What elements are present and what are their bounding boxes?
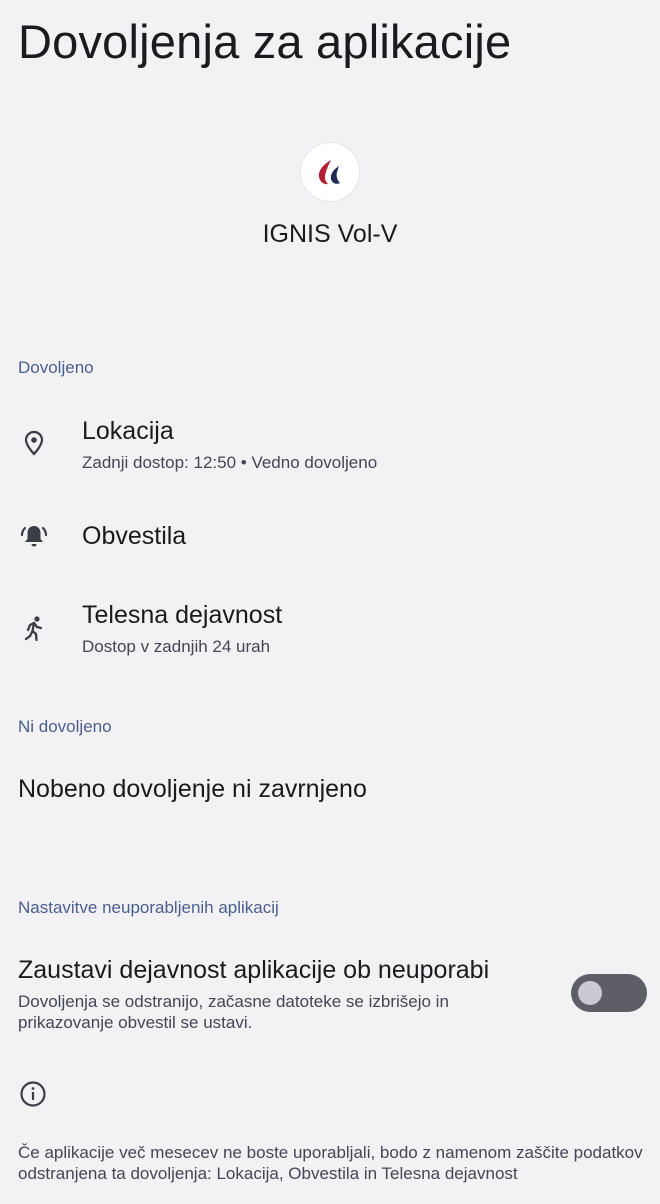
app-header: IGNIS Vol-V: [0, 143, 660, 249]
section-header-not-allowed: Ni dovoljeno: [18, 717, 112, 736]
permission-row-notifications[interactable]: Obvestila: [0, 500, 660, 576]
permission-row-physical-activity[interactable]: Telesna dejavnost Dostop v zadnjih 24 ur…: [0, 593, 660, 669]
pause-app-activity-toggle[interactable]: [571, 974, 647, 1012]
pause-app-activity-title: Zaustavi dejavnost aplikacije ob neupora…: [18, 956, 490, 984]
physical-activity-icon: [20, 615, 48, 643]
ignis-flame-logo-icon: [301, 143, 359, 201]
permission-title-notifications: Obvestila: [82, 522, 187, 550]
section-header-allowed: Dovoljeno: [18, 358, 94, 377]
pause-app-activity-subtitle: Dovoljenja se odstranijo, začasne datote…: [18, 992, 449, 1032]
no-denied-permissions-text: Nobeno dovoljenje ni zavrnjeno: [18, 775, 367, 803]
auto-revoke-info-text: Če aplikacije več mesecev ne boste upora…: [18, 1143, 643, 1183]
permission-row-location[interactable]: Lokacija Zadnji dostop: 12:50 • Vedno do…: [0, 408, 660, 484]
section-header-unused-apps: Nastavitve neuporabljenih aplikacij: [18, 898, 279, 917]
permission-subtitle-physical-activity: Dostop v zadnjih 24 urah: [82, 637, 271, 656]
page-title: Dovoljenja za aplikacije: [18, 15, 512, 68]
location-pin-icon: [20, 429, 48, 457]
permission-title-physical-activity: Telesna dejavnost: [82, 601, 283, 629]
pause-app-activity-setting[interactable]: Zaustavi dejavnost aplikacije ob neupora…: [0, 954, 660, 1044]
app-name: IGNIS Vol-V: [262, 220, 398, 248]
toggle-knob: [578, 981, 602, 1005]
permission-title-location: Lokacija: [82, 417, 174, 445]
permission-subtitle-location: Zadnji dostop: 12:50 • Vedno dovoljeno: [82, 453, 378, 472]
notification-bell-icon: [20, 522, 48, 550]
info-icon: [19, 1080, 47, 1108]
